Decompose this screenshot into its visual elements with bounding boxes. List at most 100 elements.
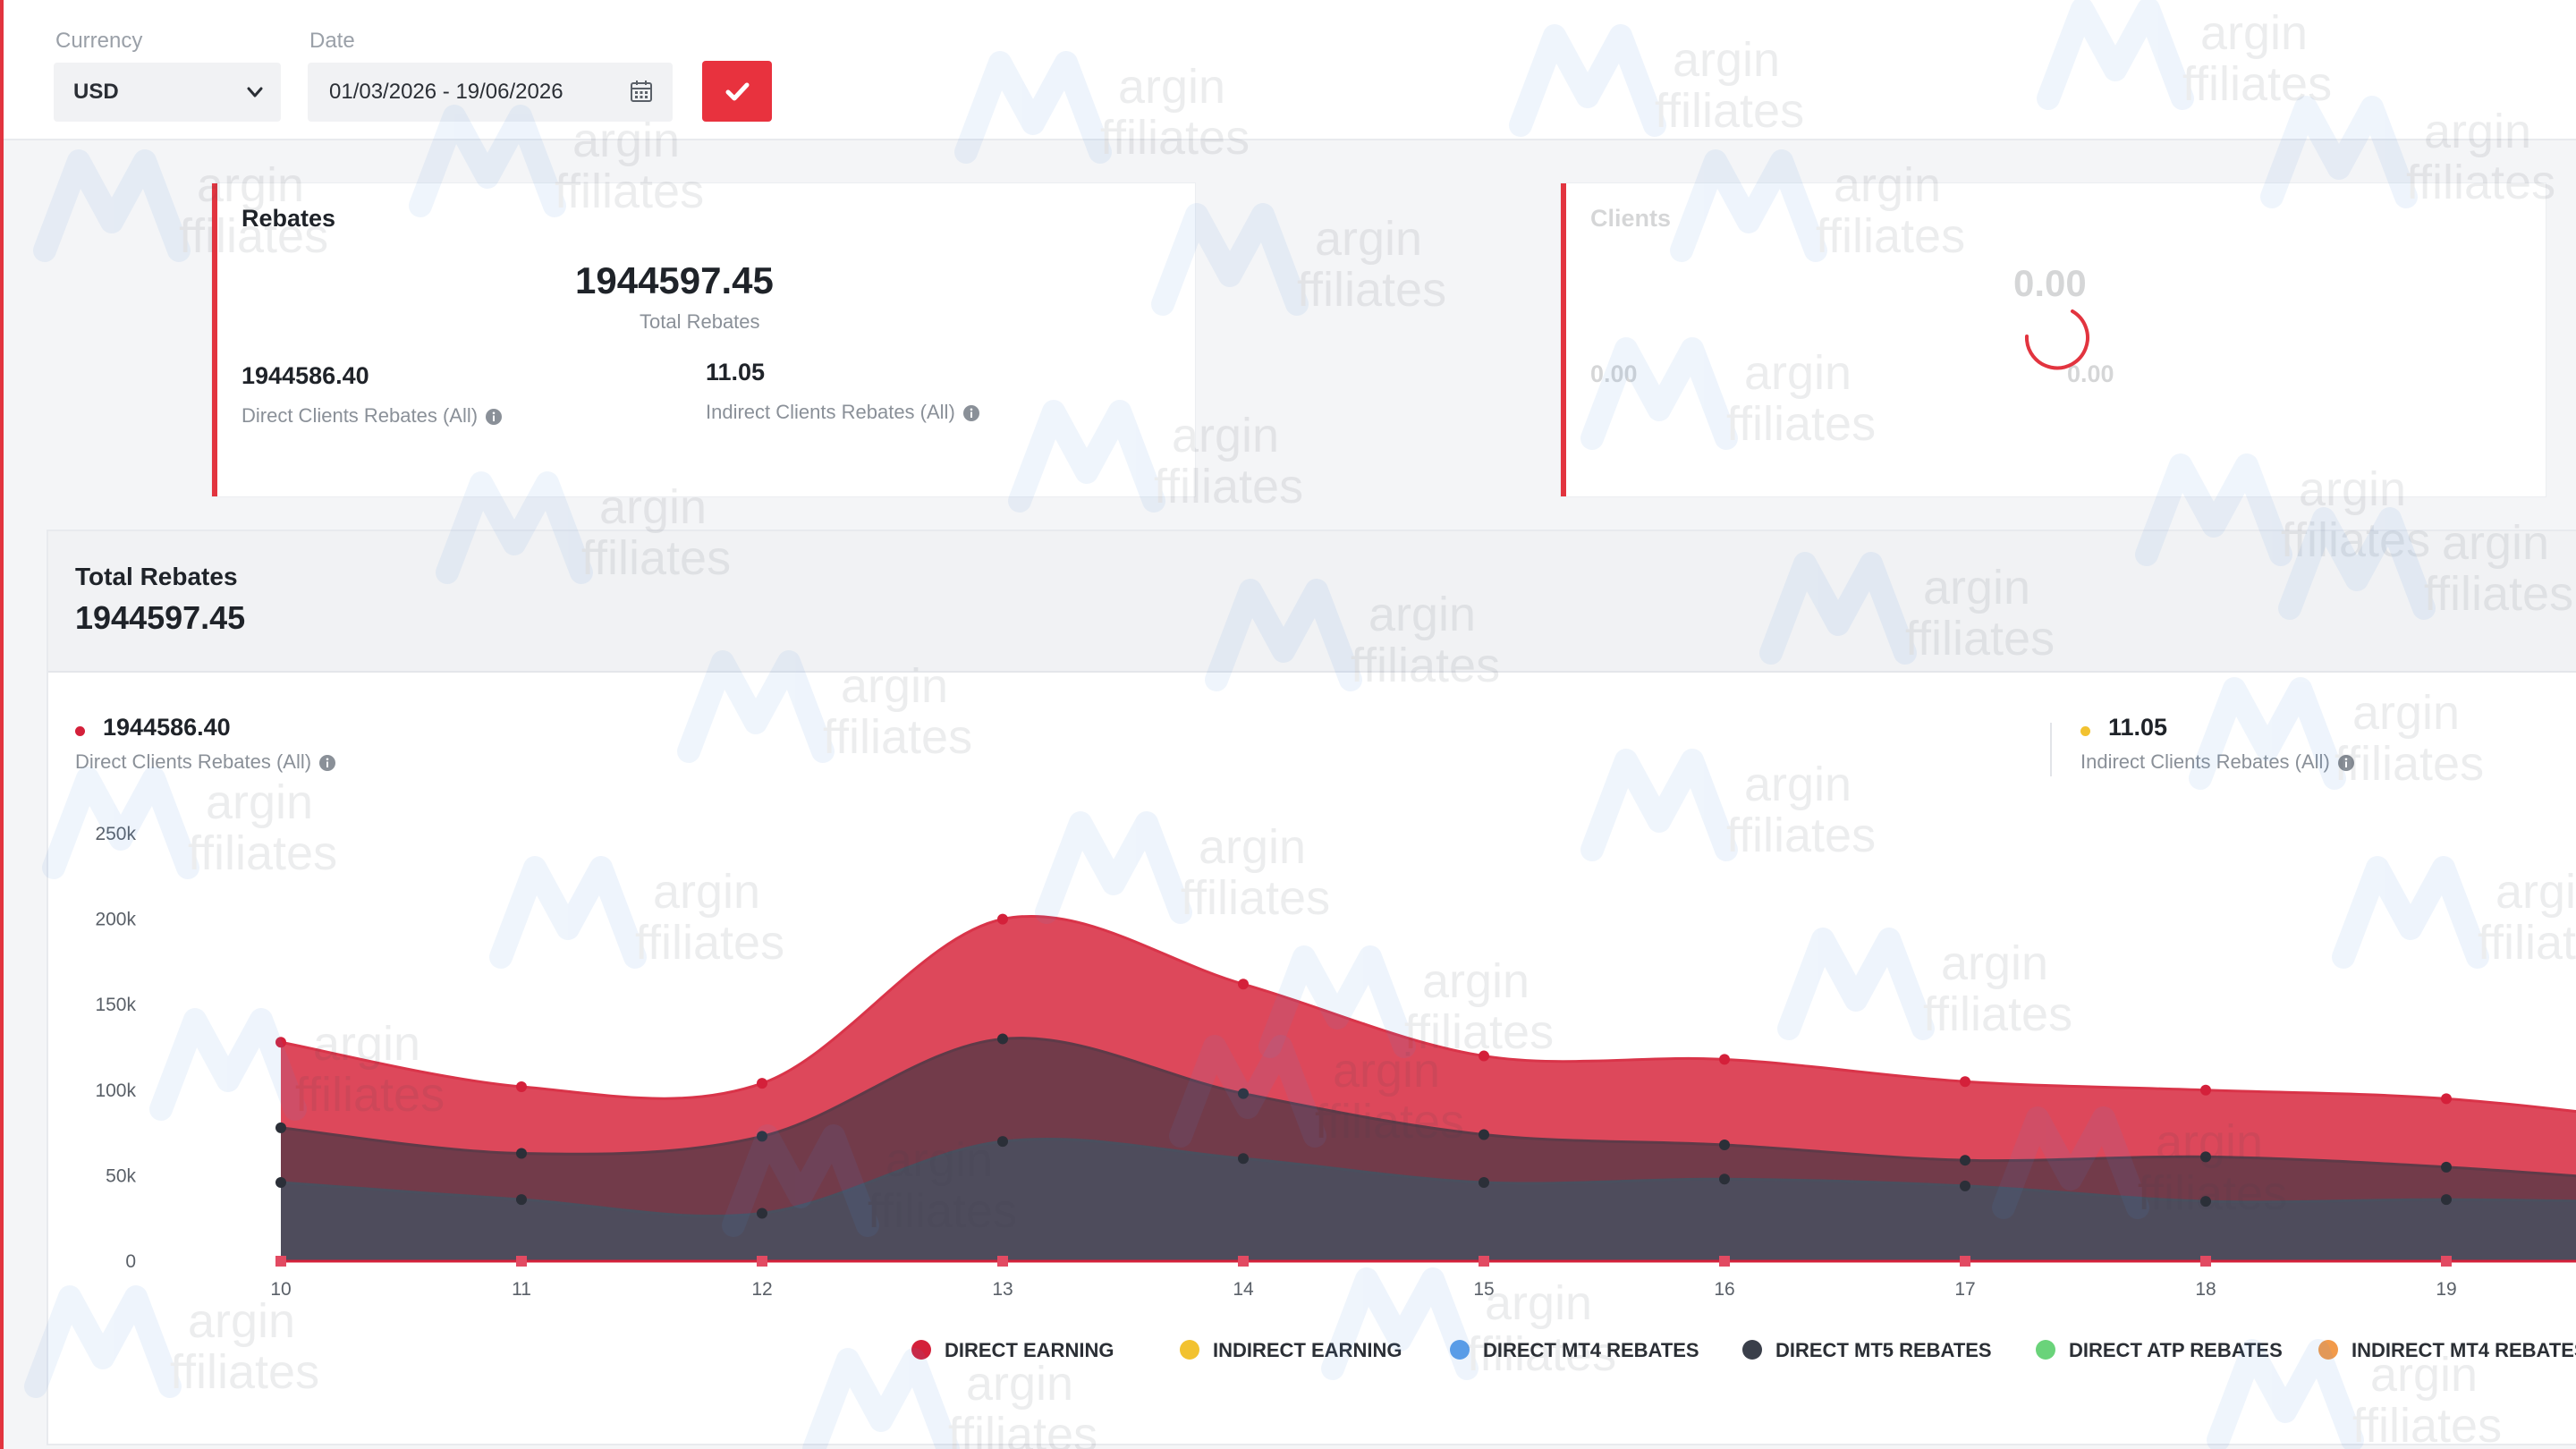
y-tick-label: 250k xyxy=(95,824,136,844)
direct-mt4-rebates-point xyxy=(757,1208,767,1219)
direct-mt4-rebates-point xyxy=(1960,1180,1970,1191)
legend-label: DIRECT EARNING xyxy=(945,1339,1114,1361)
direct-earning-point xyxy=(1238,979,1249,990)
legend-marker xyxy=(1742,1340,1762,1360)
x-tick-marker xyxy=(757,1256,767,1267)
x-tick-marker xyxy=(516,1256,527,1267)
x-tick-marker xyxy=(1960,1256,1970,1267)
x-tick-label: 13 xyxy=(992,1279,1013,1300)
direct-mt5-rebates-point xyxy=(997,1033,1008,1045)
total-rebates-value: 1944597.45 xyxy=(575,259,774,301)
indirect-rebates-label: Indirect Clients Rebates (All) xyxy=(706,401,955,423)
info-icon[interactable] xyxy=(485,408,503,426)
clients-total-value: 0.00 xyxy=(2013,262,2087,304)
direct-mt5-rebates-point xyxy=(2441,1161,2452,1173)
x-tick-marker xyxy=(2441,1256,2452,1267)
x-tick-marker xyxy=(997,1256,1008,1267)
direct-mt4-rebates-point xyxy=(1238,1153,1249,1165)
legend-label: INDIRECT MT4 REBATES xyxy=(2351,1339,2576,1361)
x-tick-marker xyxy=(1719,1256,1730,1267)
x-tick-label: 12 xyxy=(751,1279,772,1300)
direct-mt5-rebates-point xyxy=(275,1122,286,1133)
legend-label: DIRECT MT5 REBATES xyxy=(1775,1339,1992,1361)
total-rebates-panel: Total Rebates 1944597.45 1944586.40 Dire… xyxy=(47,530,2576,1445)
filter-bar: Currency USD Date 01/03/2026 - 19/06/202… xyxy=(4,0,2576,140)
direct-earning-point xyxy=(2200,1084,2211,1096)
legend-marker xyxy=(1450,1340,1470,1360)
direct-rebates-label: Direct Clients Rebates (All) xyxy=(242,404,479,427)
left-accent-bar xyxy=(0,0,4,1449)
direct-rebates-value: 1944586.40 xyxy=(242,362,369,389)
direct-rebates-label-row: Direct Clients Rebates (All) xyxy=(242,404,503,428)
legend-marker xyxy=(1180,1340,1199,1360)
legend-label: DIRECT ATP REBATES xyxy=(2069,1339,2283,1361)
direct-mt4-rebates-point xyxy=(1479,1177,1489,1189)
direct-earning-point xyxy=(1479,1050,1489,1062)
direct-earning-point xyxy=(997,913,1008,925)
clients-card: Clients 0.00 0.00 0.00 xyxy=(1561,183,2546,496)
direct-earning-point xyxy=(1960,1076,1970,1088)
currency-label: Currency xyxy=(55,29,143,53)
direct-earning-point xyxy=(275,1037,286,1048)
x-tick-marker xyxy=(1238,1256,1249,1267)
legend-marker xyxy=(2036,1340,2055,1360)
total-rebates-label: Total Rebates xyxy=(640,310,760,333)
y-tick-label: 200k xyxy=(95,910,136,930)
direct-mt4-rebates-point xyxy=(2441,1194,2452,1206)
date-range-input[interactable]: 01/03/2026 - 19/06/2026 xyxy=(308,63,673,122)
y-tick-label: 100k xyxy=(95,1080,136,1101)
area-chart: 0 50k 100k 150k 200k 250k 10 11 12 13 14 15 16 17 18 19… xyxy=(95,824,2576,1361)
legend-marker xyxy=(2318,1340,2338,1360)
y-tick-label: 150k xyxy=(95,995,136,1015)
direct-mt4-rebates-point xyxy=(275,1177,286,1189)
direct-mt5-rebates-point xyxy=(1479,1129,1489,1140)
watermark-logo: arginffiliates xyxy=(1151,203,1446,317)
direct-mt5-rebates-point xyxy=(1238,1088,1249,1099)
y-tick-label: 0 xyxy=(125,1251,136,1272)
clients-left-value: 0.00 xyxy=(1590,360,1638,387)
chevron-down-icon xyxy=(247,87,263,97)
direct-mt4-rebates-point xyxy=(516,1194,527,1206)
info-icon[interactable] xyxy=(962,404,980,422)
direct-earning-point xyxy=(1719,1054,1730,1065)
indirect-rebates-value: 11.05 xyxy=(706,359,766,386)
direct-earning-point xyxy=(757,1078,767,1089)
check-icon xyxy=(725,82,750,101)
direct-mt5-rebates-point xyxy=(516,1148,527,1159)
date-range-value: 01/03/2026 - 19/06/2026 xyxy=(329,80,564,104)
legend-label: INDIRECT EARNING xyxy=(1213,1339,1402,1361)
direct-earning-point xyxy=(516,1080,527,1092)
currency-value: USD xyxy=(73,80,119,104)
watermark-text: argin xyxy=(1315,212,1422,266)
x-tick-label: 18 xyxy=(2195,1279,2216,1300)
x-tick-label: 19 xyxy=(2436,1279,2456,1300)
x-tick-label: 15 xyxy=(1473,1279,1494,1300)
x-tick-label: 10 xyxy=(270,1279,291,1300)
direct-earning-point xyxy=(2441,1093,2452,1105)
clients-card-title: Clients xyxy=(1590,205,1672,232)
date-label: Date xyxy=(309,29,355,53)
direct-mt5-rebates-point xyxy=(2200,1151,2211,1163)
direct-mt4-rebates-point xyxy=(1719,1174,1730,1185)
calendar-icon[interactable] xyxy=(628,78,655,105)
x-tick-label: 14 xyxy=(1233,1279,1254,1300)
x-tick-label: 11 xyxy=(512,1279,531,1300)
x-tick-marker xyxy=(2200,1256,2211,1267)
rebates-card-title: Rebates xyxy=(242,205,336,232)
x-tick-marker xyxy=(275,1256,286,1267)
legend-marker xyxy=(911,1340,931,1360)
direct-mt5-rebates-point xyxy=(757,1131,767,1142)
watermark-m-shape xyxy=(33,149,191,262)
x-tick-label: 17 xyxy=(1954,1279,1975,1300)
rebates-card: Rebates 1944597.45 Total Rebates 1944586… xyxy=(212,183,1195,496)
direct-mt5-rebates-point xyxy=(1719,1139,1730,1150)
x-tick-label: 16 xyxy=(1714,1279,1734,1300)
currency-select[interactable]: USD xyxy=(54,63,281,122)
indirect-rebates-label-row: Indirect Clients Rebates (All) xyxy=(706,401,980,424)
apply-filter-button[interactable] xyxy=(702,61,772,122)
y-tick-label: 50k xyxy=(106,1165,136,1186)
loading-spinner-icon xyxy=(2024,309,2089,370)
watermark-text: ffiliates xyxy=(1297,263,1446,317)
direct-mt5-rebates-point xyxy=(1960,1155,1970,1166)
direct-mt4-rebates-point xyxy=(2200,1196,2211,1208)
